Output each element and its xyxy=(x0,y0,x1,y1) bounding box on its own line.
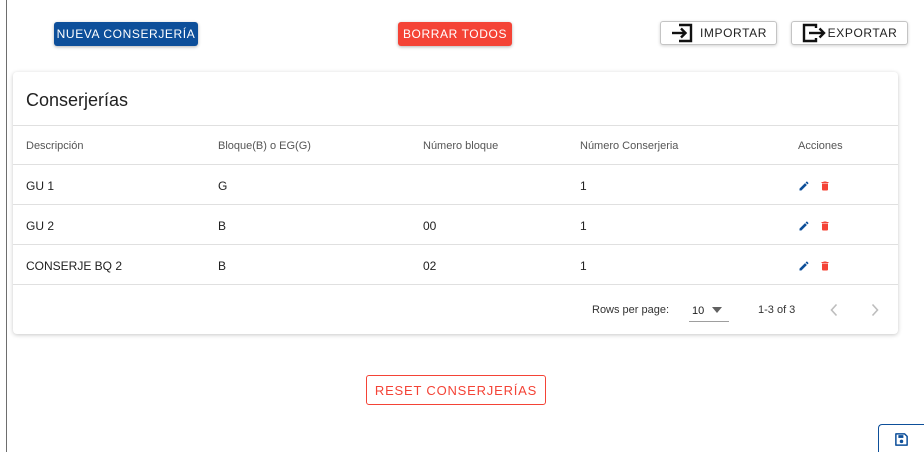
column-descripcion[interactable]: Descripción xyxy=(26,140,83,152)
edit-icon[interactable] xyxy=(798,180,810,192)
table-header: Descripción Bloque(B) o EG(G) Número blo… xyxy=(13,125,898,165)
save-button[interactable] xyxy=(878,424,924,452)
import-label: IMPORTAR xyxy=(699,26,768,40)
cell-numero-conserjeria: 1 xyxy=(580,219,587,233)
cell-numero-bloque: 02 xyxy=(423,259,437,273)
delete-icon[interactable] xyxy=(819,260,831,272)
cell-numero-conserjeria: 1 xyxy=(580,259,587,273)
edit-icon[interactable] xyxy=(798,220,810,232)
rows-per-page-label: Rows per page: xyxy=(592,304,670,316)
pagination-range: 1-3 of 3 xyxy=(758,304,796,316)
column-numero-bloque[interactable]: Número bloque xyxy=(423,140,498,152)
column-acciones: Acciones xyxy=(798,140,843,152)
window-left-border xyxy=(6,0,7,452)
delete-icon[interactable] xyxy=(819,180,831,192)
reset-conserjerias-button[interactable]: RESET CONSERJERÍAS xyxy=(366,375,546,405)
cell-bloque: B xyxy=(218,259,227,273)
new-conserjeria-button[interactable]: NUEVA CONSERJERÍA xyxy=(54,22,198,46)
cell-descripcion: GU 2 xyxy=(26,219,55,233)
import-icon xyxy=(670,22,694,44)
column-bloque[interactable]: Bloque(B) o EG(G) xyxy=(218,140,311,152)
edit-icon[interactable] xyxy=(798,260,810,272)
card-title: Conserjerías xyxy=(26,90,129,110)
previous-page-icon[interactable] xyxy=(829,303,839,317)
cell-numero-conserjeria: 1 xyxy=(580,179,587,193)
table-row: GU 2 B 00 1 xyxy=(13,205,898,245)
cell-descripcion: CONSERJE BQ 2 xyxy=(26,259,123,273)
import-button[interactable]: IMPORTAR xyxy=(660,21,777,45)
rows-per-page-value: 10 xyxy=(692,305,705,317)
cell-descripcion: GU 1 xyxy=(26,179,55,193)
rows-per-page-select[interactable]: 10 xyxy=(689,300,729,322)
table-row: GU 1 G 1 xyxy=(13,165,898,205)
cell-bloque: B xyxy=(218,219,227,233)
table-row: CONSERJE BQ 2 B 02 1 xyxy=(13,245,898,285)
caret-down-icon xyxy=(712,307,722,313)
export-icon xyxy=(802,22,826,44)
next-page-icon[interactable] xyxy=(870,303,880,317)
delete-all-button[interactable]: BORRAR TODOS xyxy=(398,22,512,46)
save-icon xyxy=(895,433,908,446)
export-label: EXPORTAR xyxy=(827,26,898,40)
export-button[interactable]: EXPORTAR xyxy=(791,21,908,45)
cell-bloque: G xyxy=(218,179,228,193)
delete-icon[interactable] xyxy=(819,220,831,232)
column-numero-conserjeria[interactable]: Número Conserjeria xyxy=(580,140,678,152)
cell-numero-bloque: 00 xyxy=(423,219,437,233)
